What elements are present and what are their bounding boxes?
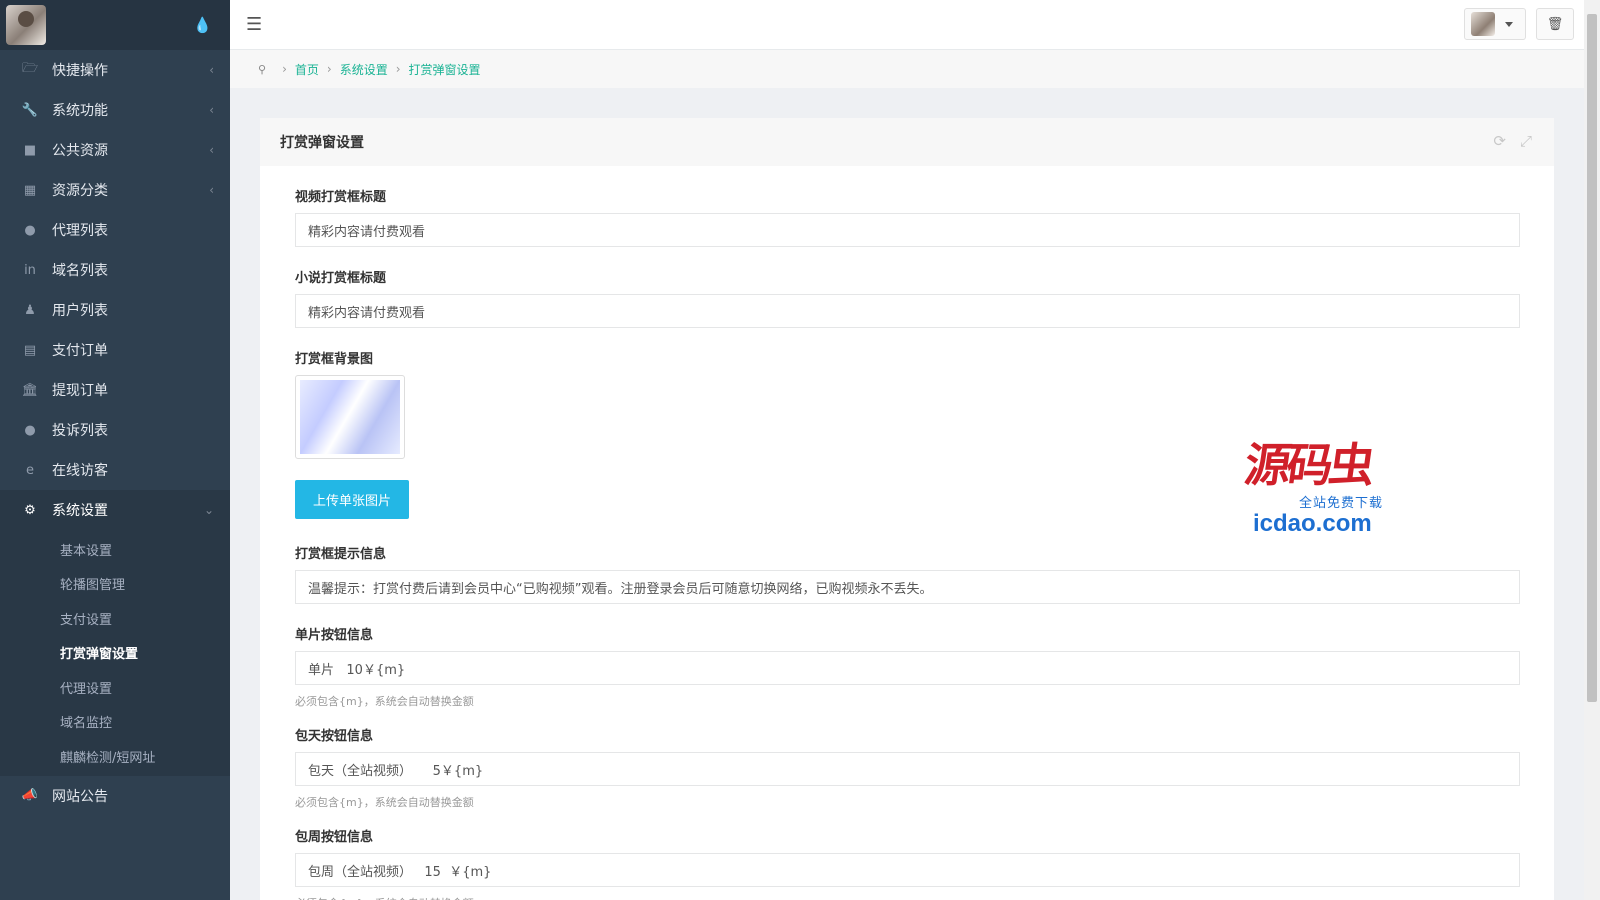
database-icon: ▤ [23, 342, 37, 358]
clear-cache-button[interactable]: 🗑 [1536, 8, 1574, 40]
theme-drop-icon[interactable]: 💧 [193, 16, 212, 34]
bank-icon: 🏛 [21, 382, 39, 398]
top-bar: ☰ 🗑 [230, 0, 1584, 50]
video-title-label: 视频打赏框标题 [295, 190, 387, 205]
single-button-field: 单片按钮信息 必须包含{m}，系统会自动替换金额 [295, 624, 1520, 709]
sidebar-item-system-functions[interactable]: 🔧 系统功能 ‹ [0, 90, 230, 130]
breadcrumb-current[interactable]: 打赏弹窗设置 [409, 61, 481, 78]
background-image-label: 打赏框背景图 [295, 352, 374, 367]
refresh-icon[interactable]: ⟳ [1493, 132, 1506, 150]
sidebar-menu: 🗁 快捷操作 ‹ 🔧 系统功能 ‹ ■ 公共资源 ‹ ▦ 资源分类 ‹ ● 代理列表 in 域名列表… [0, 50, 230, 530]
sidebar-item-complaints[interactable]: ● 投诉列表 [0, 410, 230, 450]
sidebar-item-quick-actions[interactable]: 🗁 快捷操作 ‹ [0, 50, 230, 90]
chevron-down-icon: ⌄ [203, 503, 214, 517]
system-settings-submenu: 基本设置 轮播图管理 支付设置 打赏弹窗设置 代理设置 域名监控 麒麟检测/短网… [0, 530, 230, 776]
avatar[interactable] [6, 5, 46, 45]
video-title-field: 视频打赏框标题 [295, 186, 1520, 247]
scrollbar-thumb[interactable] [1587, 14, 1597, 702]
watermark-logo: 源码虫 [1241, 438, 1375, 492]
sidebar-item-system-settings[interactable]: ⚙ 系统设置 ⌄ [0, 490, 230, 530]
day-button-help: 必须包含{m}，系统会自动替换金额 [295, 796, 474, 809]
sidebar: 💧 🗁 快捷操作 ‹ 🔧 系统功能 ‹ ■ 公共资源 ‹ ▦ 资源分类 ‹ ● 代理列表 in 域名… [0, 0, 230, 900]
sidebar-menu-bottom: 📣 网站公告 [0, 776, 230, 816]
user-menu-button[interactable] [1464, 8, 1526, 40]
sidebar-subitem-payment-settings[interactable]: 支付设置 [0, 601, 230, 636]
sidebar-subitem-domain-monitor[interactable]: 域名监控 [0, 705, 230, 740]
breadcrumb-home[interactable]: 首页 [295, 61, 319, 78]
panel-title: 打赏弹窗设置 [280, 135, 364, 151]
breadcrumb-separator: › [282, 62, 287, 76]
wrench-icon: 🔧 [21, 102, 39, 118]
single-button-input[interactable] [295, 651, 1520, 685]
linkedin-icon: in [24, 262, 36, 278]
single-button-help: 必须包含{m}，系统会自动替换金额 [295, 695, 474, 708]
novel-title-field: 小说打赏框标题 [295, 267, 1520, 328]
upload-image-button[interactable]: 上传单张图片 [295, 480, 409, 519]
video-title-input[interactable] [295, 213, 1520, 247]
grid-icon: ▦ [23, 182, 37, 198]
sidebar-item-agent-list[interactable]: ● 代理列表 [0, 210, 230, 250]
exclamation-circle-icon: ● [24, 422, 36, 438]
fullscreen-icon[interactable]: ⤢ [1520, 132, 1532, 150]
user-icon: ♟ [24, 302, 36, 318]
novel-title-label: 小说打赏框标题 [295, 271, 387, 286]
sidebar-item-domain-list[interactable]: in 域名列表 [0, 250, 230, 290]
breadcrumb-separator: › [395, 62, 401, 76]
panel-tools: ⟳ ⤢ [1493, 132, 1532, 150]
caret-down-icon [1505, 21, 1513, 27]
background-image-thumbnail[interactable] [295, 375, 405, 459]
day-button-input[interactable] [295, 752, 1520, 786]
sidebar-subitem-reward-popup[interactable]: 打赏弹窗设置 [0, 636, 230, 671]
sidebar-item-online-visitors[interactable]: e 在线访客 [0, 450, 230, 490]
sidebar-header: 💧 [0, 0, 230, 50]
week-button-help: 必须包含{m}，系统会自动替换金额 [295, 895, 1520, 900]
sidebar-subitem-basic-settings[interactable]: 基本设置 [0, 532, 230, 567]
tip-message-label: 打赏框提示信息 [295, 547, 387, 562]
background-image-preview [300, 380, 400, 454]
sidebar-item-public-resources[interactable]: ■ 公共资源 ‹ [0, 130, 230, 170]
week-button-field: 包周按钮信息 必须包含{m}，系统会自动替换金额 [295, 826, 1520, 900]
chevron-left-icon: ‹ [209, 63, 214, 77]
users-icon: ● [24, 222, 36, 238]
breadcrumb-system-settings[interactable]: 系统设置 [340, 61, 388, 78]
sidebar-subitem-detect-shorturl[interactable]: 麒麟检测/短网址 [0, 739, 230, 774]
sidebar-subitem-carousel[interactable]: 轮播图管理 [0, 567, 230, 602]
sidebar-item-user-list[interactable]: ♟ 用户列表 [0, 290, 230, 330]
chevron-left-icon: ‹ [209, 103, 214, 117]
watermark-domain: icdao.com [1253, 510, 1372, 537]
chevron-left-icon: ‹ [209, 183, 214, 197]
watermark: 源码虫 全站免费下载 icdao.com [1241, 438, 1405, 540]
trash-icon: 🗑 [1546, 16, 1564, 32]
breadcrumb-separator: › [326, 62, 332, 76]
user-avatar [1471, 12, 1495, 36]
week-button-label: 包周按钮信息 [295, 830, 374, 845]
ie-icon: e [26, 462, 34, 478]
gear-icon: ⚙ [24, 502, 36, 518]
watermark-tagline: 全站免费下载 [1299, 496, 1384, 511]
breadcrumb: ⚲ › 首页 › 系统设置 › 打赏弹窗设置 [230, 50, 1584, 88]
video-camera-icon: ■ [23, 142, 37, 158]
sidebar-item-payment-orders[interactable]: ▤ 支付订单 [0, 330, 230, 370]
bullhorn-icon: 📣 [21, 788, 39, 803]
day-button-field: 包天按钮信息 必须包含{m}，系统会自动替换金额 [295, 725, 1520, 810]
day-button-label: 包天按钮信息 [295, 729, 374, 744]
tip-message-field: 打赏框提示信息 [295, 543, 1520, 604]
page-scrollbar[interactable] [1584, 0, 1600, 900]
map-marker-icon: ⚲ [258, 62, 267, 76]
folder-icon: 🗁 [21, 61, 39, 76]
week-button-input[interactable] [295, 853, 1520, 887]
novel-title-input[interactable] [295, 294, 1520, 328]
sidebar-item-site-announcement[interactable]: 📣 网站公告 [0, 776, 230, 816]
sidebar-item-resource-categories[interactable]: ▦ 资源分类 ‹ [0, 170, 230, 210]
tip-message-input[interactable] [295, 570, 1520, 604]
sidebar-item-withdraw-orders[interactable]: 🏛 提现订单 [0, 370, 230, 410]
chevron-left-icon: ‹ [209, 143, 214, 157]
panel-header: 打赏弹窗设置 ⟳ ⤢ [260, 118, 1554, 166]
sidebar-subitem-agent-settings[interactable]: 代理设置 [0, 670, 230, 705]
menu-toggle-icon[interactable]: ☰ [246, 14, 262, 35]
single-button-label: 单片按钮信息 [295, 628, 374, 643]
